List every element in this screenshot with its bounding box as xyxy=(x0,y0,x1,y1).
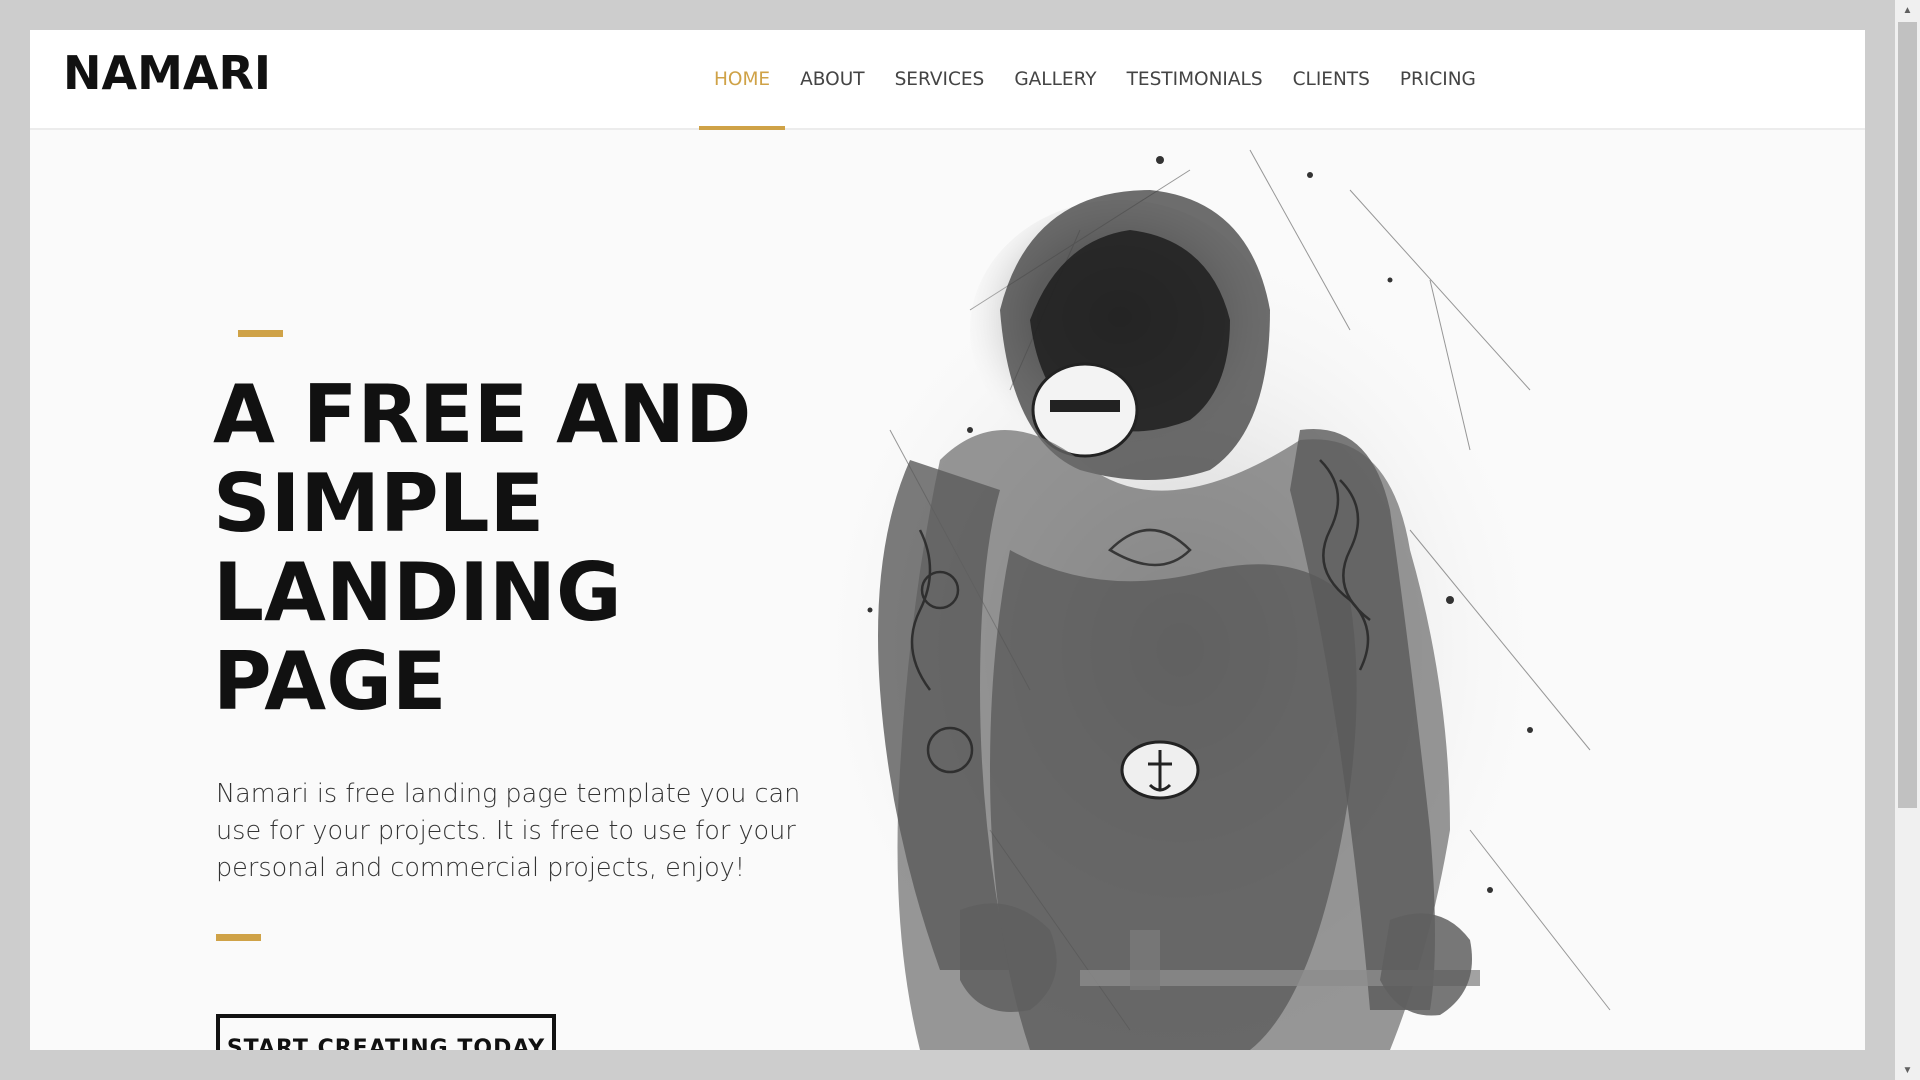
accent-divider-bottom xyxy=(216,934,261,941)
vertical-scrollbar[interactable]: ▲ ▼ xyxy=(1895,0,1920,1080)
scroll-up-arrow-icon[interactable]: ▲ xyxy=(1895,0,1920,20)
start-creating-button[interactable]: START CREATING TODAY xyxy=(216,1014,556,1050)
hero-description: Namari is free landing page template you… xyxy=(216,779,801,883)
nav-item-about[interactable]: ABOUT xyxy=(785,30,879,128)
site-header: NAMARI HOME ABOUT SERVICES GALLERY TESTI… xyxy=(30,30,1865,130)
scrollbar-thumb[interactable] xyxy=(1898,22,1917,808)
main-nav: HOME ABOUT SERVICES GALLERY TESTIMONIALS… xyxy=(699,30,1491,130)
nav-item-pricing[interactable]: PRICING xyxy=(1385,30,1491,128)
nav-item-home[interactable]: HOME xyxy=(699,30,786,130)
nav-item-testimonials[interactable]: TESTIMONIALS xyxy=(1112,30,1278,128)
page-viewport: NAMARI HOME ABOUT SERVICES GALLERY TESTI… xyxy=(30,30,1865,1050)
accent-divider-top xyxy=(238,330,283,337)
hero-section: A FREE AND SIMPLE LANDING PAGE Namari is… xyxy=(30,130,1865,1050)
nav-item-clients[interactable]: CLIENTS xyxy=(1278,30,1385,128)
scroll-down-arrow-icon[interactable]: ▼ xyxy=(1895,1060,1920,1080)
nav-item-services[interactable]: SERVICES xyxy=(880,30,1000,128)
hero-illustration xyxy=(830,149,1611,1050)
hero-title: A FREE AND SIMPLE LANDING PAGE xyxy=(213,368,752,728)
site-logo[interactable]: NAMARI xyxy=(63,48,271,99)
nav-item-gallery[interactable]: GALLERY xyxy=(999,30,1111,128)
